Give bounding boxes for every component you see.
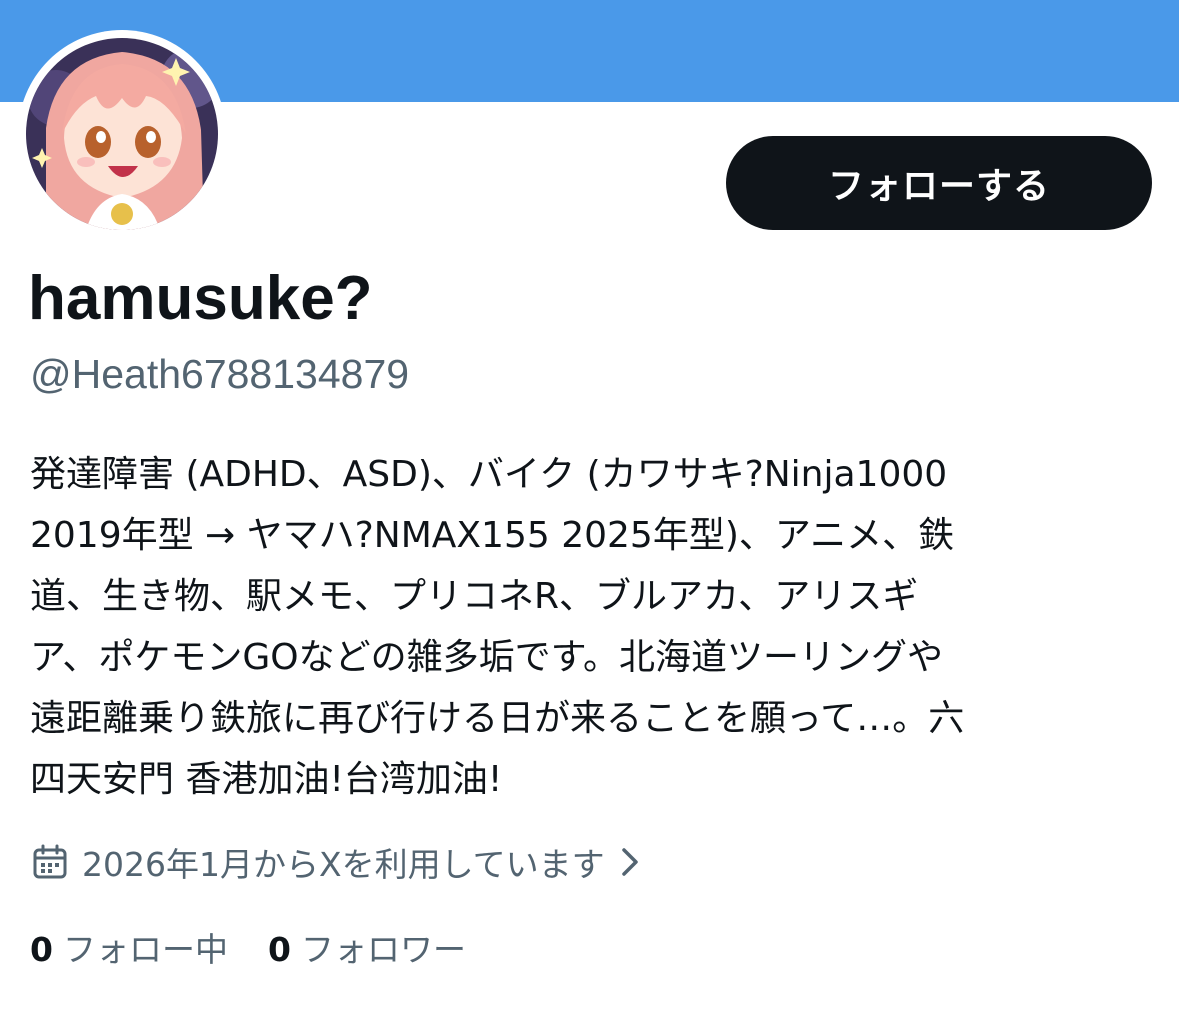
avatar-ring [18,30,226,238]
bio-line: 遠距離乗り鉄旅に再び行ける日が来ることを願って…。六 [30,698,965,739]
user-handle: @Heath6788134879 [30,351,410,397]
avatar[interactable] [26,38,218,230]
bio-line: ア、ポケモンGOなどの雑多垢です。北海道ツーリングや [30,637,944,678]
followers-label: フォロワー [300,930,466,969]
profile-bio: 発達障害 (ADHD、ASD)、バイク (カワサキ?Ninja1000 2019… [30,444,1150,810]
avatar-image [26,38,218,230]
following-count: 0 [30,930,53,969]
bio-line: 発達障害 (ADHD、ASD)、バイク (カワサキ?Ninja1000 [30,454,948,495]
follow-stats: 0 フォロー中 0 フォロワー [30,922,466,972]
followers-count: 0 [267,930,291,969]
follow-button[interactable]: フォローする [726,136,1152,230]
display-name: hamusuke? [28,264,373,333]
chevron-right-icon [621,848,638,876]
bio-line: 2019年型 → ヤマハ?NMAX155 2025年型)、アニメ、鉄 [30,515,955,556]
followers-link[interactable]: 0 フォロワー [268,923,466,971]
bio-line: 道、生き物、駅メモ、プリコネR、ブルアカ、アリスギ [30,576,919,617]
joined-date-text: 2026年1月からXを利用しています [82,845,605,884]
joined-date-link[interactable]: 2026年1月からXを利用しています [32,836,641,888]
bio-line: 四天安門 香港加油!台湾加油! [30,759,503,800]
calendar-icon [33,844,67,879]
following-label: フォロー中 [62,930,228,969]
following-link[interactable]: 0 フォロー中 [30,923,228,971]
